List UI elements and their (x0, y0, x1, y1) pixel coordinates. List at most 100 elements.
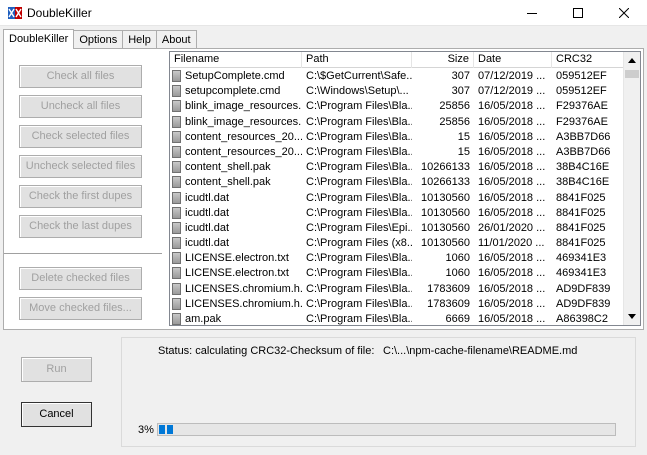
cell-path: C:\Program Files\Bla... (306, 100, 412, 113)
scroll-up-button[interactable] (624, 52, 640, 69)
table-row[interactable]: content_resources_20... C:\Program Files\… (170, 130, 625, 145)
column-header-path[interactable]: Path (302, 52, 412, 68)
vertical-scrollbar[interactable] (623, 52, 640, 325)
cell-path: C:\Program Files\Bla... (306, 282, 412, 295)
tab-help[interactable]: Help (122, 30, 157, 49)
scroll-thumb[interactable] (625, 70, 639, 78)
file-icon (172, 115, 181, 128)
check-all-files-button[interactable]: Check all files (19, 65, 142, 88)
table-row[interactable]: icudtl.dat C:\Program Files\Bla... 1013056… (170, 206, 625, 221)
cell-path: C:\Program Files\Epi... (306, 221, 412, 234)
table-row[interactable]: LICENSE.electron.txt C:\Program Files\Bla… (170, 266, 625, 281)
column-header-filename[interactable]: Filename (170, 52, 302, 68)
check-selected-files-button[interactable]: Check selected files (19, 125, 142, 148)
table-row[interactable]: SetupComplete.cmd C:\$GetCurrent\Safe... 3… (170, 69, 625, 84)
cancel-button[interactable]: Cancel (21, 402, 92, 427)
cell-filename: content_shell.pak (185, 161, 271, 174)
cell-path: C:\Program Files\Bla... (306, 176, 412, 189)
file-icon (172, 85, 181, 98)
table-row[interactable]: LICENSE.electron.txt C:\Program Files\Bla… (170, 251, 625, 266)
cell-path: C:\Program Files\Bla... (306, 313, 412, 325)
cell-date: 26/01/2020 ... (478, 221, 546, 234)
cell-path: C:\Program Files\Bla... (306, 145, 412, 158)
table-row[interactable]: LICENSES.chromium.h... C:\Program Files\B… (170, 282, 625, 297)
scroll-down-button[interactable] (624, 308, 640, 325)
file-icon (172, 313, 181, 325)
cell-path: C:\Program Files\Bla... (306, 191, 412, 204)
cell-size: 15 (457, 130, 470, 143)
cell-filename: content_resources_20... (185, 130, 302, 143)
cell-size: 25856 (439, 115, 470, 128)
list-rows: SetupComplete.cmd C:\$GetCurrent\Safe... 3… (170, 69, 625, 325)
cell-date: 16/05/2018 ... (478, 252, 546, 265)
minimize-button[interactable] (509, 0, 555, 26)
table-row[interactable]: setupcomplete.cmd C:\Windows\Setup\... 307… (170, 84, 625, 99)
cell-path: C:\$GetCurrent\Safe... (306, 70, 412, 82)
duplicate-file-list[interactable]: Filename Path Size Date CRC32 SetupCompl… (169, 51, 641, 326)
maximize-button[interactable] (555, 0, 601, 26)
cell-date: 16/05/2018 ... (478, 115, 546, 128)
cell-date: 16/05/2018 ... (478, 206, 546, 219)
column-header-crc32[interactable]: CRC32 (552, 52, 625, 68)
cell-size: 15 (457, 145, 470, 158)
scroll-down-icon (628, 314, 636, 319)
cell-filename: LICENSES.chromium.h... (185, 282, 302, 295)
table-row[interactable]: blink_image_resources... C:\Program Files… (170, 99, 625, 114)
table-row[interactable]: content_shell.pak C:\Program Files\Bla...… (170, 175, 625, 190)
file-icon (172, 221, 181, 234)
cell-filename: blink_image_resources... (185, 100, 302, 113)
table-row[interactable]: icudtl.dat C:\Program Files\Bla... 1013056… (170, 191, 625, 206)
cell-path: C:\Program Files\Bla... (306, 115, 412, 128)
file-icon (172, 252, 181, 265)
cell-crc32: F29376AE (556, 100, 608, 113)
cell-crc32: A86398C2 (556, 313, 608, 325)
close-button[interactable] (601, 0, 647, 26)
uncheck-selected-files-button[interactable]: Uncheck selected files (19, 155, 142, 178)
file-icon (172, 206, 181, 219)
column-header-size[interactable]: Size (412, 52, 474, 68)
progress-segment (167, 425, 173, 434)
file-icon (172, 161, 181, 174)
table-row[interactable]: am.pak C:\Program Files\Bla... 6669 16/05/2… (170, 312, 625, 325)
cell-crc32: 8841F025 (556, 191, 606, 204)
table-row[interactable]: icudtl.dat C:\Program Files\Epi... 1013056… (170, 221, 625, 236)
move-checked-files-button[interactable]: Move checked files... (19, 297, 142, 320)
cell-path: C:\Windows\Setup\... (306, 85, 409, 98)
tab-about[interactable]: About (155, 30, 197, 49)
cell-filename: icudtl.dat (185, 237, 230, 250)
tab-options[interactable]: Options (73, 30, 124, 49)
file-icon (172, 176, 181, 189)
cell-crc32: 059512EF (556, 70, 607, 82)
check-last-dupes-button[interactable]: Check the last dupes (19, 215, 142, 238)
table-row[interactable]: icudtl.dat C:\Program Files (x8... 1013056… (170, 236, 625, 251)
cell-date: 16/05/2018 ... (478, 130, 546, 143)
list-header: Filename Path Size Date CRC32 (170, 52, 625, 68)
check-first-dupes-button[interactable]: Check the first dupes (19, 185, 142, 208)
cell-filename: content_shell.pak (185, 176, 271, 189)
minimize-icon (527, 13, 537, 14)
file-icon (172, 70, 181, 82)
scroll-up-icon (628, 58, 636, 63)
table-row[interactable]: LICENSES.chromium.h... C:\Program Files\B… (170, 297, 625, 312)
cell-size: 1783609 (427, 297, 470, 310)
cell-filename: blink_image_resources... (185, 115, 302, 128)
column-header-date[interactable]: Date (474, 52, 552, 68)
cell-filename: setupcomplete.cmd (185, 85, 281, 98)
delete-checked-files-button[interactable]: Delete checked files (19, 267, 142, 290)
cell-filename: LICENSE.electron.txt (185, 267, 289, 280)
table-row[interactable]: content_shell.pak C:\Program Files\Bla...… (170, 160, 625, 175)
tab-doublekiller[interactable]: DoubleKiller (3, 29, 75, 49)
table-row[interactable]: blink_image_resources... C:\Program Files… (170, 115, 625, 130)
progress-fill (159, 425, 173, 434)
cell-date: 07/12/2019 ... (478, 70, 546, 82)
cell-filename: am.pak (185, 313, 222, 325)
file-icon (172, 237, 181, 250)
file-icon (172, 130, 181, 143)
cell-size: 10266133 (421, 176, 470, 189)
cell-date: 16/05/2018 ... (478, 313, 546, 325)
run-button[interactable]: Run (21, 357, 92, 382)
cell-date: 16/05/2018 ... (478, 100, 546, 113)
table-row[interactable]: content_resources_20... C:\Program Files\… (170, 145, 625, 160)
uncheck-all-files-button[interactable]: Uncheck all files (19, 95, 142, 118)
title-bar[interactable]: DoubleKiller (0, 0, 647, 26)
